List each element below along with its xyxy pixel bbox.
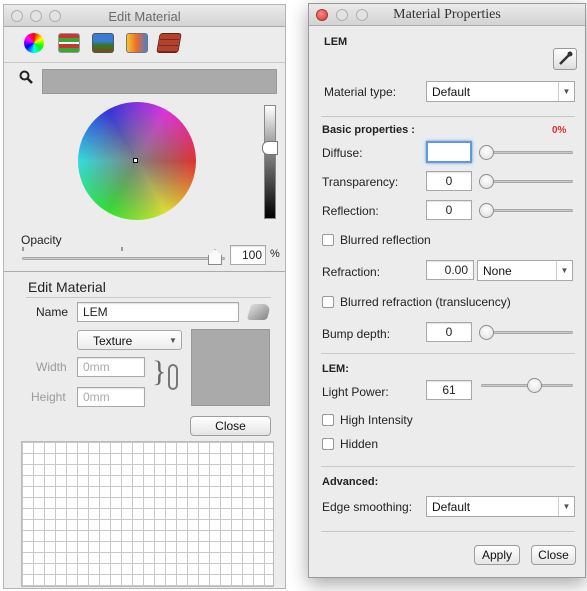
texture-grid[interactable] [21,441,274,587]
window-title: Material Properties [393,7,501,22]
divider [321,466,575,467]
light-power-label: Light Power: [322,385,389,399]
edge-smoothing-select[interactable]: Default ▼ [426,496,575,517]
chevron-down-icon: ▼ [558,82,574,101]
search-icon [19,70,33,84]
diffuse-input[interactable] [426,141,472,163]
height-input[interactable]: 0mm [77,387,145,407]
edge-smoothing-label: Edge smoothing: [322,500,413,514]
lem-header: LEM: [322,363,349,375]
transparency-input[interactable]: 0 [426,171,472,191]
transparency-label: Transparency: [322,175,399,189]
high-intensity-label: High Intensity [340,413,413,427]
width-input[interactable]: 0mm [77,357,145,377]
brightness-slider-thumb[interactable] [262,141,278,155]
opacity-unit: % [270,248,280,260]
hidden-checkbox[interactable] [322,438,334,450]
eyedropper-icon [559,51,573,65]
material-type-select[interactable]: Default ▼ [426,81,575,102]
diffuse-label: Diffuse: [322,146,363,160]
divider [321,116,575,117]
title-bar: Material Properties [309,4,585,26]
eyedropper-button[interactable] [553,48,577,70]
texture-select[interactable]: Texture ▼ [77,330,182,350]
chevron-down-icon: ▼ [556,261,572,280]
brick-icon[interactable] [156,33,182,53]
high-intensity-checkbox[interactable] [322,414,334,426]
divider [321,531,575,532]
material-type-value: Default [432,85,471,99]
bump-depth-slider-thumb[interactable] [479,325,494,340]
height-label: Height [31,390,66,404]
material-name: LEM [324,36,348,48]
color-palette-icon[interactable] [126,33,148,53]
refraction-input[interactable]: 0.00 [426,260,474,280]
opacity-slider-track[interactable] [22,257,225,260]
divider [4,271,285,272]
divider [321,353,575,354]
material-type-label: Material type: [324,85,397,99]
window-title: Edit Material [108,9,181,24]
light-power-slider-thumb[interactable] [527,378,542,393]
hidden-label: Hidden [340,437,379,451]
refraction-select[interactable]: None ▼ [477,260,573,281]
slider-tick [121,247,123,251]
close-button[interactable]: Close [531,545,576,565]
percent-badge: 0% [552,125,567,136]
section-title: Edit Material [28,279,106,295]
width-label: Width [36,360,67,374]
opacity-slider-thumb[interactable] [208,249,222,265]
chain-link-icon[interactable] [168,364,178,390]
edge-smoothing-value: Default [432,500,471,514]
blurred-refraction-label: Blurred refraction (translucency) [340,295,511,309]
texture-preview [191,329,270,406]
color-wheel-icon[interactable] [24,33,44,53]
texture-list-icon[interactable] [58,33,80,53]
landscape-image-icon[interactable] [92,33,114,53]
transparency-slider-track[interactable] [489,180,573,183]
texture-select-value: Texture [93,334,133,348]
blurred-reflection-checkbox[interactable] [322,234,334,246]
reflection-label: Reflection: [322,204,379,218]
color-wheel[interactable] [78,102,196,220]
name-input[interactable]: LEM [77,302,239,322]
search-input[interactable] [42,69,277,94]
refraction-select-value: None [483,264,512,278]
opacity-label: Opacity [21,233,62,247]
bump-depth-slider-track[interactable] [489,331,573,334]
advanced-header: Advanced: [322,476,379,488]
diffuse-slider-thumb[interactable] [479,145,494,160]
edit-material-window: Edit Material Opacity 100 % Edit Materia… [3,4,286,589]
chevron-down-icon: ▼ [558,497,574,516]
chevron-down-icon: ▼ [169,336,177,345]
reflection-input[interactable]: 0 [426,200,472,220]
blurred-reflection-label: Blurred reflection [340,233,431,247]
light-power-input[interactable]: 61 [426,380,472,400]
apply-button[interactable]: Apply [474,545,520,565]
transparency-slider-thumb[interactable] [479,174,494,189]
close-button[interactable]: Close [190,416,271,436]
bump-depth-input[interactable]: 0 [426,322,472,342]
link-bracket: } [152,355,167,388]
sample-paint-icon[interactable] [246,304,272,320]
reflection-slider-thumb[interactable] [479,203,494,218]
reflection-slider-track[interactable] [489,209,573,212]
blurred-refraction-checkbox[interactable] [322,296,334,308]
name-label: Name [36,305,69,319]
opacity-input[interactable]: 100 [230,245,266,265]
divider [4,62,285,63]
refraction-label: Refraction: [322,265,381,279]
divider [26,297,271,298]
diffuse-slider-track[interactable] [489,151,573,154]
basic-properties-header: Basic properties : [322,124,415,136]
brightness-slider[interactable] [264,105,276,219]
title-bar: Edit Material [4,5,285,27]
slider-tick [22,247,24,251]
color-wheel-cursor[interactable] [133,158,138,163]
material-properties-window: Material Properties LEM Material type: D… [308,3,586,578]
bump-depth-label: Bump depth: [322,327,391,341]
